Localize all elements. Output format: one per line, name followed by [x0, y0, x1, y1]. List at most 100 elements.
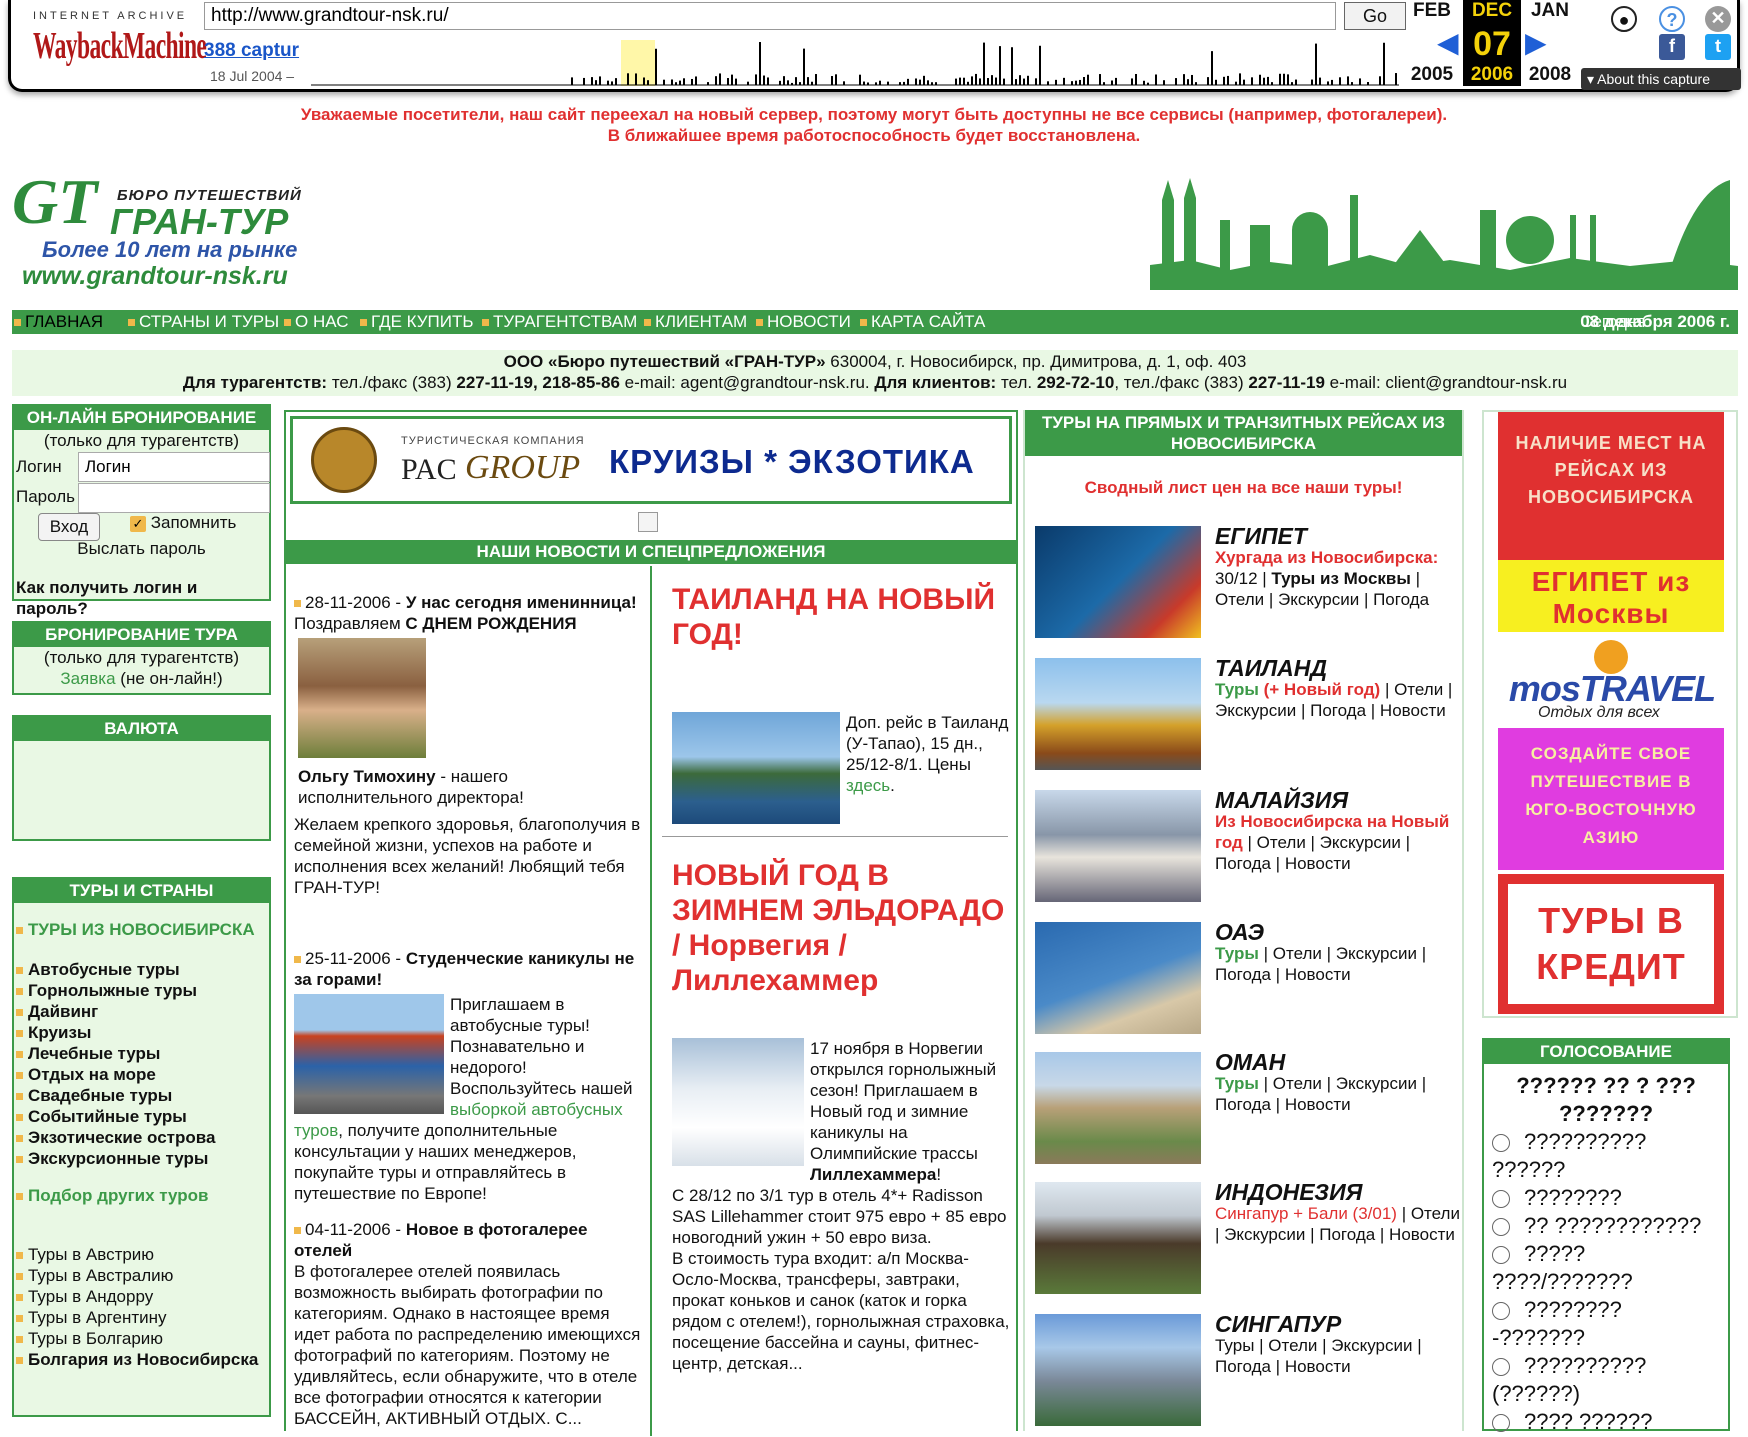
- go-button[interactable]: Go: [1344, 2, 1406, 30]
- ad-egypt-moscow[interactable]: ЕГИПЕТ из Москвы: [1498, 560, 1724, 632]
- tour-type-item[interactable]: Экзотические острова: [16, 1127, 267, 1148]
- booking-note: (не он-лайн!): [120, 669, 223, 688]
- tour-type-item[interactable]: Событийные туры: [16, 1106, 267, 1127]
- summary-price-link[interactable]: Сводный лист цен на все наши туры!: [1025, 478, 1462, 498]
- how-get-login-link[interactable]: Как получить логин и пароль?: [16, 577, 236, 619]
- special-thailand: ТАИЛАНД НА НОВЫЙ ГОД! Доп. рейс в Таилан…: [672, 582, 1012, 824]
- next-month[interactable]: JAN 2008: [1521, 0, 1579, 86]
- login-input[interactable]: [78, 452, 270, 482]
- tour-country[interactable]: ТАИЛАНД: [1215, 657, 1465, 680]
- clients-label: Для клиентов:: [874, 373, 997, 392]
- site-logo[interactable]: GT БЮРО ПУТЕШЕСТВИЙ ГРАН-ТУР Более 10 ле…: [12, 165, 302, 290]
- login-subtitle: (только для турагентств): [43, 431, 240, 450]
- captures-link[interactable]: 388 captur: [204, 40, 299, 62]
- chevron-down-icon: ▾: [1587, 71, 1598, 87]
- vote-option[interactable]: ???? ??????: [1484, 1408, 1728, 1436]
- tour-type-item[interactable]: Лечебные туры: [16, 1043, 267, 1064]
- country-item[interactable]: Туры в Австрию: [16, 1244, 267, 1265]
- tour-country[interactable]: ОАЭ: [1215, 921, 1465, 944]
- login-button[interactable]: Вход: [38, 513, 100, 541]
- agents-email[interactable]: e-mail: agent@grandtour-nsk.ru.: [625, 373, 870, 392]
- ad-credit-tours[interactable]: ТУРЫ В КРЕДИТ: [1498, 874, 1724, 1014]
- tour-links[interactable]: | Отели | Экскурсии | Погода | Новости: [1215, 833, 1410, 873]
- tour-moscow-link[interactable]: Туры из Москвы: [1271, 569, 1410, 588]
- logo-years: Более 10 лет на рынке: [42, 237, 298, 262]
- radio-icon: [1492, 1302, 1510, 1321]
- special-title[interactable]: ТАИЛАНД НА НОВЫЙ ГОД!: [672, 582, 1012, 652]
- tour-red-link[interactable]: Хургада из Новосибирска:: [1215, 548, 1438, 567]
- about-capture-button[interactable]: ▾ About this capture: [1581, 68, 1741, 90]
- ad-mostravel[interactable]: mosTRAVEL Отдых для всех: [1498, 632, 1724, 728]
- tour-type-item[interactable]: Дайвинг: [16, 1001, 267, 1022]
- country-item[interactable]: Туры в Андорру: [16, 1286, 267, 1307]
- ad-seat-availability[interactable]: НАЛИЧИЕ МЕСТ НА РЕЙСАХ ИЗ НОВОСИБИРСКА: [1498, 412, 1724, 560]
- news-date: 25-11-2006: [305, 949, 391, 968]
- tour-type-item[interactable]: Горнолыжные туры: [16, 980, 267, 1001]
- tour-country[interactable]: ИНДОНЕЗИЯ: [1215, 1181, 1465, 1204]
- nav-sitemap[interactable]: КАРТА САЙТА: [860, 310, 985, 334]
- ski-photo: [672, 1038, 804, 1166]
- prev-capture-arrow-icon[interactable]: ◀: [1437, 26, 1459, 59]
- vote-option[interactable]: ?? ????????????: [1484, 1212, 1728, 1240]
- tour-type-item[interactable]: Автобусные туры: [16, 959, 267, 980]
- capture-sparkline[interactable]: [311, 38, 1399, 86]
- remember-checkbox[interactable]: ✓ Запомнить: [130, 513, 236, 533]
- nav-about[interactable]: О НАС: [284, 310, 348, 334]
- wayback-logo[interactable]: WaybackMachine: [33, 24, 207, 68]
- url-input[interactable]: [204, 2, 1336, 30]
- tour-links[interactable]: Туры | Отели | Экскурсии | Погода | Ново…: [1215, 1336, 1422, 1376]
- tour-type-item[interactable]: Отдых на море: [16, 1064, 267, 1085]
- tour-country[interactable]: ОМАН: [1215, 1051, 1465, 1074]
- tour-green-link[interactable]: Туры: [1215, 1074, 1259, 1093]
- tours-from-nsk-link[interactable]: ТУРЫ ИЗ НОВОСИБИРСКА: [16, 919, 267, 940]
- server-notice: Уважаемые посетители, наш сайт переехал …: [0, 104, 1748, 146]
- country-item[interactable]: Болгария из Новосибирска: [16, 1349, 267, 1370]
- booking-request-link[interactable]: Заявка: [60, 669, 115, 688]
- clients-fax: 227-11-19: [1248, 373, 1325, 392]
- help-icon[interactable]: ?: [1659, 6, 1685, 32]
- tour-type-item[interactable]: Свадебные туры: [16, 1085, 267, 1106]
- captures-date-range: 18 Jul 2004 –: [210, 68, 295, 84]
- tour-type-item[interactable]: Круизы: [16, 1022, 267, 1043]
- clients-fax-prefix: , тел./факс (383): [1114, 373, 1244, 392]
- facebook-icon[interactable]: f: [1659, 34, 1685, 60]
- close-icon[interactable]: ✕: [1705, 6, 1731, 32]
- nav-where-buy[interactable]: ГДЕ КУПИТЬ: [360, 310, 474, 334]
- country-item[interactable]: Туры в Болгарию: [16, 1328, 267, 1349]
- tour-red-link[interactable]: (+ Новый год): [1264, 680, 1381, 699]
- tour-country[interactable]: СИНГАПУР: [1215, 1313, 1465, 1336]
- nav-agencies[interactable]: ТУРАГЕНТСТВАМ: [482, 310, 637, 334]
- vote-option-cont: -???????: [1492, 1325, 1585, 1350]
- other-tours-link[interactable]: Подбор других туров: [16, 1185, 267, 1206]
- tour-country[interactable]: МАЛАЙЗИЯ: [1215, 789, 1465, 812]
- nav-countries[interactable]: СТРАНЫ И ТУРЫ: [128, 310, 279, 334]
- pac-group-banner[interactable]: ТУРИСТИЧЕСКАЯ КОМПАНИЯ PAC GROUP КРУИЗЫ …: [290, 416, 1012, 504]
- tour-country[interactable]: ЕГИПЕТ: [1215, 525, 1465, 548]
- tour-type-item[interactable]: Экскурсионные туры: [16, 1148, 267, 1169]
- special-title[interactable]: НОВЫЙ ГОД В ЗИМНЕМ ЭЛЬДОРАДО / Норвегия …: [672, 858, 1012, 998]
- broken-image-icon: [638, 512, 658, 532]
- nav-clients[interactable]: КЛИЕНТАМ: [644, 310, 747, 334]
- nav-news[interactable]: НОВОСТИ: [756, 310, 851, 334]
- vote-option[interactable]: ????????: [1484, 1296, 1728, 1324]
- tour-green-link[interactable]: Туры: [1215, 944, 1259, 963]
- clients-email[interactable]: e-mail: client@grandtour-nsk.ru: [1330, 373, 1567, 392]
- vote-option[interactable]: ??????????: [1484, 1352, 1728, 1380]
- country-item[interactable]: Туры в Аргентину: [16, 1307, 267, 1328]
- nav-home[interactable]: ГЛАВНАЯ: [14, 310, 103, 334]
- tour-green-link[interactable]: Туры: [1215, 680, 1259, 699]
- vote-option[interactable]: ????????: [1484, 1184, 1728, 1212]
- vote-option[interactable]: ??????????: [1484, 1128, 1728, 1156]
- tour-red-link[interactable]: Сингапур + Бали (3/01): [1215, 1204, 1397, 1223]
- vote-option[interactable]: ?????: [1484, 1240, 1728, 1268]
- user-icon[interactable]: ●: [1611, 6, 1637, 32]
- tour-thailand: ТАИЛАНД Туры (+ Новый год) | Отели | Экс…: [1035, 657, 1465, 773]
- thailand-prices-link[interactable]: здесь: [846, 776, 890, 795]
- booking-subtitle: (только для турагентств): [43, 648, 240, 667]
- send-password-link[interactable]: Выслать пароль: [14, 539, 269, 559]
- twitter-icon[interactable]: t: [1705, 34, 1731, 60]
- singapore-photo: [1035, 1314, 1201, 1426]
- ad-create-trip[interactable]: СОЗДАЙТЕ СВОЕ ПУТЕШЕСТВИЕ В ЮГО-ВОСТОЧНУ…: [1498, 728, 1724, 870]
- password-input[interactable]: [78, 483, 270, 513]
- country-item[interactable]: Туры в Австралию: [16, 1265, 267, 1286]
